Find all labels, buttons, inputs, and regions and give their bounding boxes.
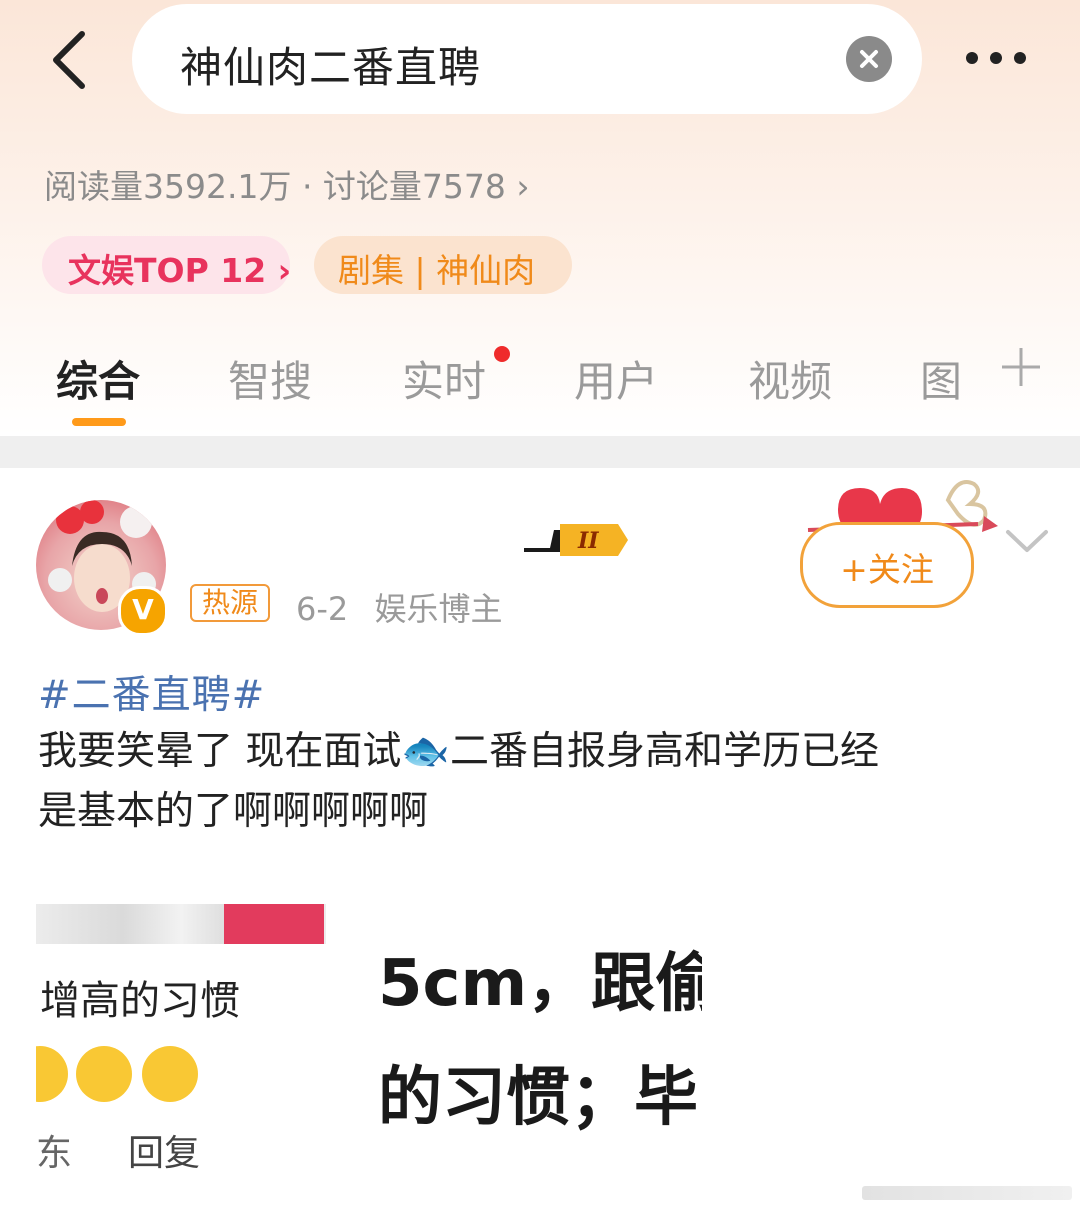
image-text-line: 的习惯；毕 [378, 1061, 698, 1135]
post-image-1[interactable]: 增高的习惯 东 回复 [36, 860, 364, 1190]
tab-users[interactable]: 用户 [574, 348, 658, 409]
image-text-line: 5cm，跟偷 [378, 947, 702, 1021]
category-tag-label: 剧集 | 神仙肉 [338, 251, 536, 290]
follow-button[interactable]: +关注 [800, 522, 974, 608]
level-badge-text: II [577, 528, 599, 554]
watermark [862, 1186, 1072, 1200]
rank-tag-label: 文娱TOP 12 › [68, 251, 292, 290]
post-text-line: 是基本的了啊啊啊啊啊 [38, 789, 429, 834]
search-bar[interactable]: 神仙肉二番直聘 [132, 4, 922, 114]
post-meta: 6-2 娱乐博主 [296, 584, 502, 630]
image-footer-text: 东 [36, 1133, 73, 1174]
post-text: 我要笑晕了 现在面试🐟二番自报身高和学历已经 是基本的了啊啊啊啊啊 [38, 722, 1048, 842]
emoji-icon [142, 1046, 198, 1102]
category-tag[interactable]: 剧集 | 神仙肉 [314, 236, 572, 294]
verified-badge: V [118, 586, 168, 636]
add-tab-icon[interactable] [998, 344, 1044, 390]
post-author-role: 娱乐博主 [374, 590, 503, 628]
emoji-icon [36, 1046, 68, 1102]
post-date: 6-2 [296, 590, 349, 628]
rank-tag[interactable]: 文娱TOP 12 › [42, 236, 292, 294]
tab-images[interactable]: 图 [920, 348, 962, 409]
tab-smart-search[interactable]: 智搜 [228, 348, 312, 409]
image-text: 增高的习惯 [40, 978, 240, 1024]
back-arrow-icon[interactable] [46, 30, 96, 90]
divider [0, 436, 1080, 468]
blurred-pink-block [224, 904, 324, 944]
post-text-line: 我要笑晕了 现在面试🐟二番自报身高和学历已经 [38, 729, 879, 774]
active-tab-indicator [72, 418, 126, 426]
level-badge-icon: II [524, 524, 628, 556]
tab-bar: 综合 智搜 实时 用户 视频 图 [0, 340, 1080, 436]
hot-source-badge: 热源 [190, 584, 271, 622]
emoji-icon [76, 1046, 132, 1102]
new-dot [494, 346, 510, 362]
tab-video[interactable]: 视频 [748, 348, 832, 409]
image-reply-text: 回复 [128, 1133, 201, 1174]
verified-label: V [132, 593, 154, 626]
hashtag-link[interactable]: #二番直聘# [38, 664, 265, 720]
chevron-down-icon[interactable] [1002, 524, 1052, 558]
tab-comprehensive[interactable]: 综合 [56, 348, 140, 409]
topic-stats[interactable]: 阅读量3592.1万 · 讨论量7578 › [44, 160, 530, 208]
search-query[interactable]: 神仙肉二番直聘 [180, 34, 481, 95]
post-image-2[interactable]: 5cm，跟偷 的习惯；毕 [374, 860, 702, 1190]
clear-icon[interactable] [846, 36, 892, 82]
follow-button-label: +关注 [840, 550, 934, 589]
tab-realtime[interactable]: 实时 [402, 348, 486, 409]
more-options-icon[interactable] [962, 38, 1042, 78]
